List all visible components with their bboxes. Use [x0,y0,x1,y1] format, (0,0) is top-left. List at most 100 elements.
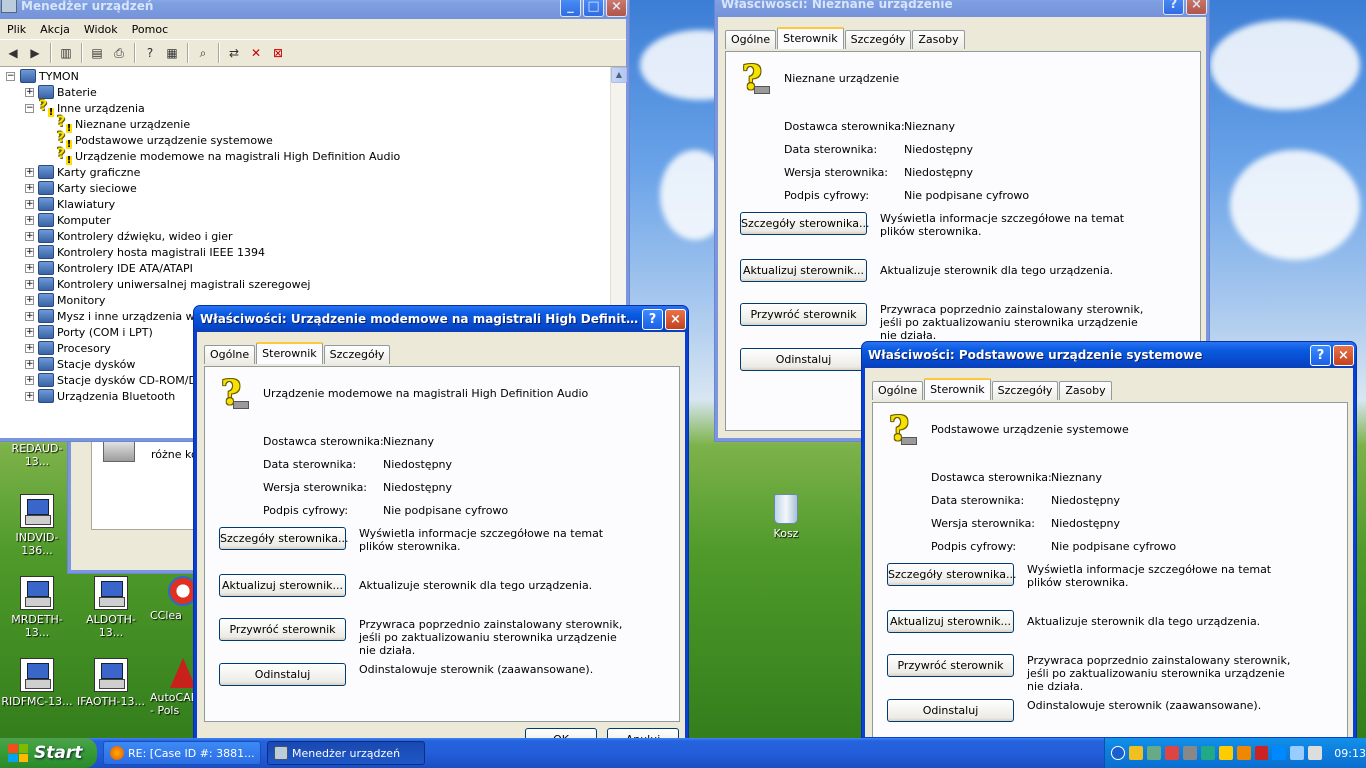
title-bar[interactable]: Właściwości: Podstawowe urządzenie syste… [862,342,1356,368]
tray-expand-icon[interactable] [1111,746,1125,760]
properties-dialog-system[interactable]: Właściwości: Podstawowe urządzenie syste… [861,341,1357,741]
properties-dialog-modem[interactable]: Właściwości: Urządzenie modemowe na magi… [193,305,689,751]
maximize-button[interactable]: □ [583,0,604,17]
tray-icon[interactable] [1146,746,1161,760]
tree-category[interactable]: Klawiatury [38,197,115,213]
uninstall-button[interactable]: Odinstaluj [219,663,346,686]
uninstall-button[interactable]: Odinstaluj [887,699,1014,722]
minimize-button[interactable]: _ [560,0,581,17]
tray-icon[interactable] [1254,746,1269,760]
collapse-icon[interactable]: − [25,104,34,113]
expand-icon[interactable]: + [25,328,34,337]
rollback-driver-button[interactable]: Przywróć sterownik [887,654,1014,677]
desktop-icon[interactable]: INDVID-136... [0,494,74,557]
tree-category[interactable]: Kontrolery IDE ATA/ATAPI [38,261,193,277]
show-hide-console-icon[interactable]: ▥ [57,44,75,62]
tab-general[interactable]: Ogólne [872,381,924,400]
title-bar[interactable]: Menedżer urządzeń _ □ × [0,0,629,19]
tree-category[interactable]: Monitory [38,293,105,309]
tray-icon[interactable] [1236,746,1251,760]
tab-details[interactable]: Szczegóły [323,345,391,364]
tree-category[interactable]: Urządzenia Bluetooth [38,389,175,405]
expand-icon[interactable]: + [25,168,34,177]
back-icon[interactable]: ◀ [4,44,22,62]
expand-icon[interactable]: + [25,216,34,225]
expand-icon[interactable]: + [25,344,34,353]
expand-icon[interactable]: + [25,392,34,401]
start-button[interactable]: Start [0,738,97,768]
uninstall-device-icon[interactable]: ⊠ [269,44,287,62]
properties-icon[interactable]: ▤ [88,44,106,62]
expand-icon[interactable]: + [25,184,34,193]
expand-icon[interactable]: + [25,296,34,305]
tab-resources[interactable]: Zasoby [1059,381,1112,400]
title-bar[interactable]: Właściwości: Nieznane urządzenie ? × [715,0,1209,17]
tab-details[interactable]: Szczegóły [844,30,912,49]
expand-icon[interactable]: + [25,232,34,241]
menu-file[interactable]: Plik [0,23,33,36]
tree-category[interactable]: Komputer [38,213,111,229]
expand-icon[interactable]: + [25,200,34,209]
taskbar-item-email[interactable]: RE: [Case ID #: 3881... [103,741,261,765]
collapse-icon[interactable]: − [6,72,15,81]
tree-category[interactable]: Karty sieciowe [38,181,137,197]
tray-icon[interactable] [1164,746,1179,760]
tree-category[interactable]: Kontrolery uniwersalnej magistrali szere… [38,277,310,293]
forward-icon[interactable]: ▶ [26,44,44,62]
shield-icon[interactable] [1218,746,1233,760]
tab-resources[interactable]: Zasoby [912,30,965,49]
network-icon[interactable] [1290,746,1305,760]
rollback-driver-button[interactable]: Przywróć sterownik [740,303,867,326]
tray-icon[interactable] [1200,746,1215,760]
driver-details-button[interactable]: Szczegóły sterownika... [887,563,1016,586]
tree-device[interactable]: Urządzenie modemowe na magistrali High D… [56,146,400,165]
tree-category[interactable]: Karty graficzne [38,165,140,181]
close-button[interactable]: × [1333,344,1354,366]
expand-icon[interactable]: + [25,360,34,369]
menu-help[interactable]: Pomoc [125,23,175,36]
tray-icon[interactable] [1182,746,1197,760]
desktop-icon[interactable]: REDAUD-13... [0,442,74,468]
update-driver-button[interactable]: Aktualizuj sterownik... [219,574,346,597]
volume-icon[interactable] [1308,746,1323,760]
tree-category[interactable]: Stacje dysków [38,357,135,373]
tab-driver[interactable]: Sterownik [256,342,323,364]
desktop-icon[interactable]: ALDOTH-13... [74,576,148,639]
tree-device[interactable]: Podstawowe urządzenie systemowe [56,130,273,149]
driver-details-button[interactable]: Szczegóły sterownika... [219,527,348,550]
tree-device[interactable]: Nieznane urządzenie [56,114,190,133]
tab-general[interactable]: Ogólne [725,30,777,49]
recycle-bin[interactable]: Kosz [749,494,823,540]
disable-device-icon[interactable]: ✕ [247,44,265,62]
scan-hardware-icon[interactable]: ⌕ [194,44,212,62]
driver-details-button[interactable]: Szczegóły sterownika... [740,212,869,235]
help-button[interactable]: ? [1310,344,1331,366]
desktop-icon[interactable]: IFAOTH-13... [74,658,148,708]
bluetooth-icon[interactable] [1272,746,1287,760]
taskbar-item-device-manager[interactable]: Menedżer urządzeń [267,741,425,765]
tab-general[interactable]: Ogólne [204,345,256,364]
tree-root[interactable]: TYMON [20,69,79,85]
uninstall-button[interactable]: Odinstaluj [740,348,867,371]
help-icon[interactable]: ? [141,44,159,62]
desktop-icon[interactable]: RIDFMC-13... [0,658,74,708]
update-driver-icon[interactable]: ⇄ [225,44,243,62]
desktop-icon[interactable]: MRDETH-13... [0,576,74,639]
tab-details[interactable]: Szczegóły [991,381,1059,400]
expand-icon[interactable]: + [25,88,34,97]
tab-driver[interactable]: Sterownik [924,378,991,400]
print-icon[interactable]: ⎙ [110,44,128,62]
tray-icon[interactable] [1128,746,1143,760]
expand-icon[interactable]: + [25,312,34,321]
expand-icon[interactable]: + [25,264,34,273]
update-driver-button[interactable]: Aktualizuj sterownik... [887,610,1014,633]
desktop-icon[interactable]: CClea [150,576,198,622]
view-icon[interactable]: ▦ [163,44,181,62]
desktop-icon[interactable]: AutoCAD - Pols [150,658,199,717]
close-button[interactable]: × [665,308,686,330]
tree-category[interactable]: Kontrolery dźwięku, wideo i gier [38,229,233,245]
expand-icon[interactable]: + [25,280,34,289]
close-button[interactable]: × [606,0,627,17]
scroll-up-arrow[interactable]: ▲ [611,67,627,83]
update-driver-button[interactable]: Aktualizuj sterownik... [740,259,867,282]
